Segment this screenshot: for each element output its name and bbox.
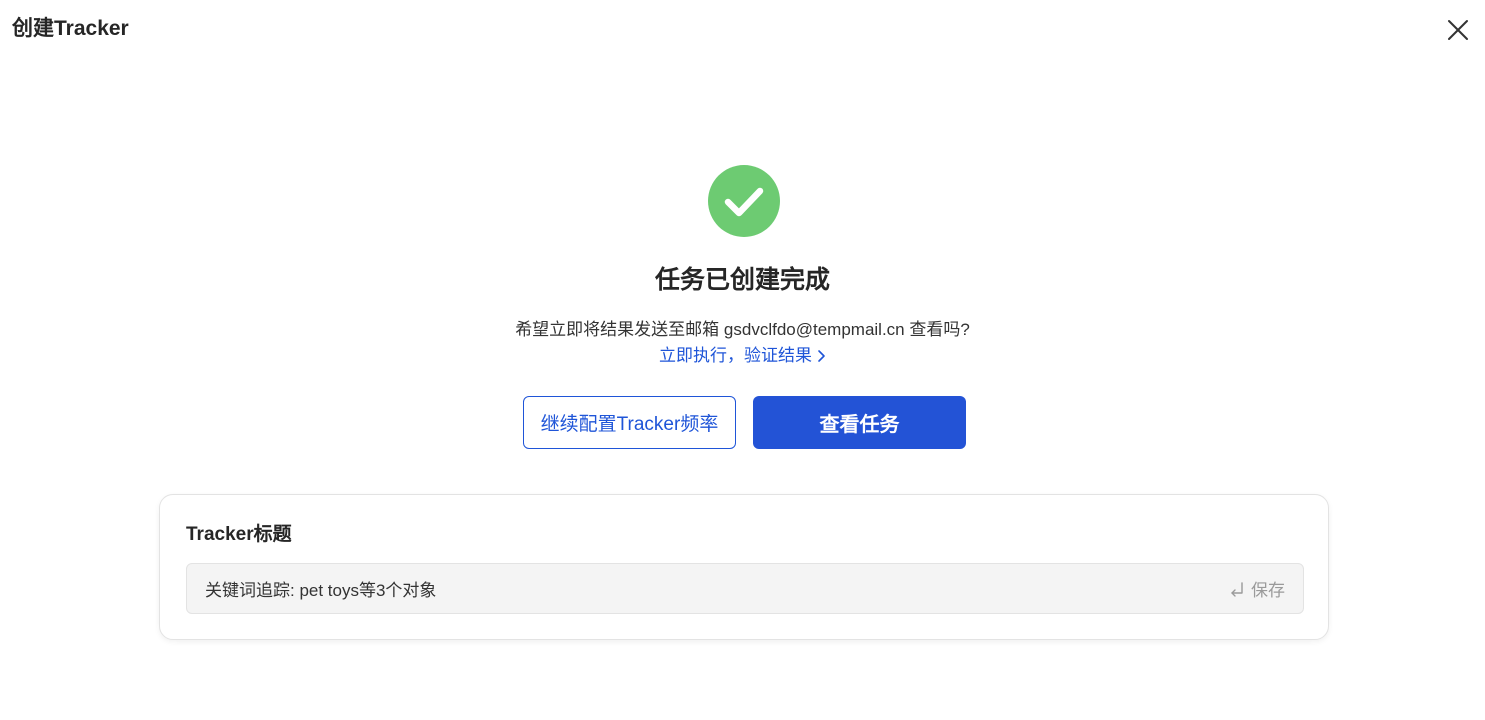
email-prompt-text: 希望立即将结果发送至邮箱 gsdvclfdo@tempmail.cn 查看吗? <box>515 320 970 339</box>
tracker-title-input[interactable]: 关键词追踪: pet toys等3个对象 保存 <box>186 563 1304 614</box>
chevron-right-icon[interactable] <box>816 349 826 363</box>
close-icon[interactable] <box>1444 16 1472 44</box>
save-label[interactable]: 保存 <box>1251 576 1285 601</box>
check-circle-icon <box>708 165 780 237</box>
tracker-title-label: Tracker标题 <box>186 524 292 545</box>
success-heading: 任务已创建完成 <box>654 266 830 294</box>
enter-key-icon[interactable] <box>1229 581 1245 597</box>
tracker-title-value[interactable]: 关键词追踪: pet toys等3个对象 <box>205 576 1229 601</box>
dialog-title: 创建Tracker <box>12 17 129 40</box>
execute-now-label[interactable]: 立即执行，验证结果 <box>659 344 812 368</box>
save-button[interactable]: 保存 <box>1229 576 1285 601</box>
view-task-button[interactable]: 查看任务 <box>753 396 966 449</box>
tracker-title-card: Tracker标题 关键词追踪: pet toys等3个对象 保存 <box>159 494 1329 640</box>
execute-now-link[interactable]: 立即执行，验证结果 <box>0 344 1485 368</box>
close-button[interactable] <box>1444 16 1472 44</box>
configure-frequency-button[interactable]: 继续配置Tracker频率 <box>523 396 736 449</box>
